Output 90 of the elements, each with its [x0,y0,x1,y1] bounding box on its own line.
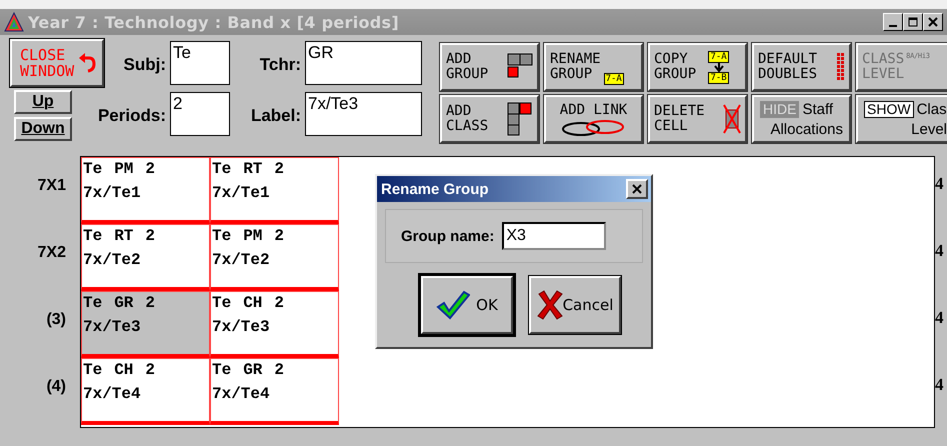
down-arrow-icon [714,62,724,72]
toggle-button[interactable]: SHOW Clas Level [856,95,947,143]
cell-label: 7x/Te2 [212,251,271,269]
rename-group-button[interactable]: RENAME GROUP 7-A [544,43,643,91]
input-field[interactable]: 2 [170,92,230,136]
period-count: 2 [274,361,284,379]
timetable-cell[interactable]: Te CH 2 7x/Te3 [210,291,339,358]
row-total: 4 [935,375,944,396]
dotted-bars-icon [837,53,845,81]
close-button[interactable] [626,179,648,199]
timetable-cell[interactable]: Te PM 2 7x/Te1 [81,157,210,224]
app-logo-icon [4,12,24,32]
minimize-icon [889,24,897,26]
teacher-code: RT [243,160,262,178]
cell-label: 7x/Te2 [83,251,142,269]
close-button[interactable] [923,13,943,31]
field-label: Tchr: [260,55,301,75]
add-class-button[interactable]: ADD CLASS [440,95,539,143]
period-count: 2 [145,160,156,178]
copy-group-button[interactable]: COPY GROUP 7-A 7-B [648,43,747,91]
teacher-code: RT [114,227,134,245]
return-arrow-icon [78,52,96,74]
teacher-code: PM [243,227,262,245]
cell-label: 7x/Te1 [83,184,142,202]
field-label: Group name: [401,228,494,244]
subject-code: Te [83,227,102,245]
cell-label: 7x/Te4 [212,385,271,403]
close-icon [631,183,643,195]
nav-button[interactable]: Up [14,90,72,114]
crossed-cell-icon [723,104,741,134]
timetable-cell[interactable]: Te RT 2 7x/Te2 [81,224,210,291]
teacher-code: CH [114,361,134,379]
subject-code: Te [212,294,232,312]
subject-code: Te [212,227,232,245]
cell-label: 7x/Te4 [83,385,142,403]
cell-label: 7x/Te3 [212,318,271,336]
group-name-field[interactable]: X3 [502,222,606,250]
subject-code: Te [212,160,232,178]
maximize-button[interactable] [903,13,923,31]
timetable-cell[interactable]: Te GR 2 7x/Te4 [210,358,339,425]
row-label: 7X1 [36,176,67,196]
field-label: Subj: [124,55,166,75]
add-link-button[interactable]: ADD LINK [544,95,643,143]
row-total: 4 [935,308,944,329]
row-label: 7X2 [36,243,67,263]
period-count: 2 [274,294,284,312]
period-count: 2 [145,227,156,245]
delete-cell-button[interactable]: DELETE CELL [648,95,747,143]
row-label: (4) [45,377,67,397]
timetable-cell[interactable]: Te GR 2 7x/Te3 [81,291,210,358]
teacher-code: PM [114,160,134,178]
checkmark-icon [436,290,470,320]
field-label: Label: [250,106,301,126]
cell-label: 7x/Te1 [212,184,271,202]
maximize-icon [908,17,918,27]
chain-links-icon [560,120,626,136]
toggle-button[interactable]: HIDE Staff Allocations [752,95,851,143]
cancel-button[interactable]: Cancel [529,276,621,334]
cross-icon [536,290,563,320]
timetable-cell[interactable]: Te RT 2 7x/Te1 [210,157,339,224]
ok-button[interactable]: OK [421,276,513,334]
minimize-button[interactable] [883,13,903,31]
row-total: 4 [935,241,944,262]
row-label: (3) [45,310,67,330]
class-blocks-icon [507,102,533,136]
teacher-code: GR [114,294,134,312]
nav-button[interactable]: Down [14,117,72,141]
row-total: 4 [935,174,944,195]
add-group-button[interactable]: ADD GROUP [440,43,539,91]
period-count: 2 [145,294,156,312]
subject-code: Te [83,160,102,178]
subject-code: Te [83,294,102,312]
close-icon [928,17,938,27]
subject-code: Te [212,361,232,379]
period-count: 2 [274,227,284,245]
period-count: 2 [274,160,284,178]
timetable-cell[interactable]: Te PM 2 7x/Te2 [210,224,339,291]
teacher-code: GR [243,361,262,379]
default-doubles-button[interactable]: DEFAULT DOUBLES [752,43,851,91]
period-count: 2 [145,361,156,379]
timetable-cell[interactable]: Te CH 2 7x/Te4 [81,358,210,425]
input-field[interactable]: GR [305,41,422,85]
cell-label: 7x/Te3 [83,318,142,336]
teacher-code: CH [243,294,262,312]
window-title: Year 7 : Technology : Band x [4 periods] [28,12,399,32]
input-field[interactable]: 7x/Te3 [305,92,422,136]
subject-code: Te [83,361,102,379]
input-field[interactable]: Te [170,41,230,85]
dialog-title: Rename Group [381,180,489,198]
field-label: Periods: [98,106,166,126]
